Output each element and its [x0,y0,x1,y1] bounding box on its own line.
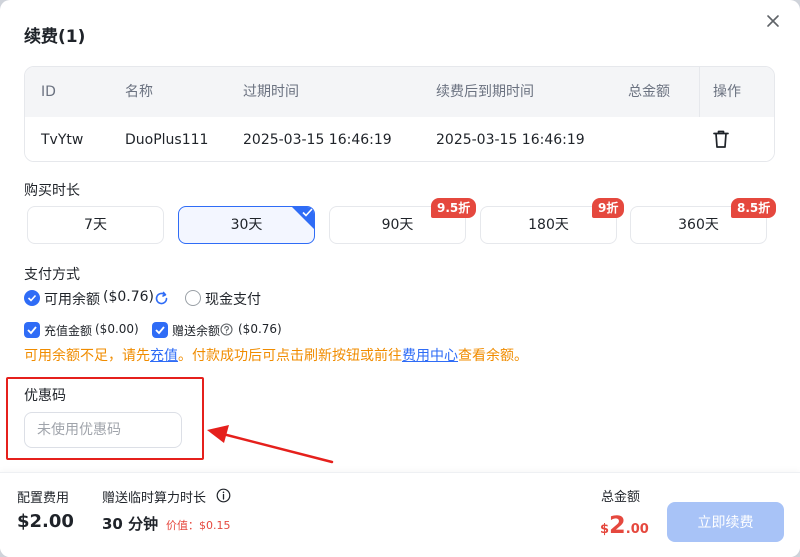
cell-id: TvYtw [41,132,84,148]
check-icon [27,326,37,335]
bonus-value: 30 分钟 [102,515,159,533]
annotation-arrow-icon [207,425,334,464]
header-expire: 过期时间 [243,84,299,100]
cash-radio[interactable] [185,290,201,306]
help-icon[interactable] [220,323,233,336]
duration-option-30[interactable]: 30天 [178,206,315,244]
duration-option-label: 30天 [230,217,263,233]
header-renew-expire: 续费后到期时间 [436,84,534,100]
gift-checkbox[interactable] [152,322,168,338]
balance-label: 可用余额 [44,292,100,308]
balance-value: ($0.76) [103,289,155,305]
balance-radio[interactable] [24,290,40,306]
duration-label: 购买时长 [24,183,80,199]
header-total: 总金额 [628,84,670,100]
duration-option-7[interactable]: 7天 [27,206,164,244]
total-decimal: .00 [625,522,649,537]
gift-value: ($0.76) [238,322,282,336]
cash-label: 现金支付 [205,292,261,308]
payment-label: 支付方式 [24,267,80,283]
recharge-label: 充值金额 [44,324,93,338]
total-label: 总金额 [601,490,641,505]
dialog-title: 续费(1) [24,27,86,47]
close-icon[interactable] [764,12,782,30]
duration-option-label: 180天 [528,217,569,233]
warning-prefix: 可用余额不足，请先 [24,348,150,364]
balance-warning: 可用余额不足，请先充值。付款成功后可点击刷新按钮或前往费用中心查看余额。 [24,345,528,365]
refresh-icon[interactable] [154,291,169,306]
total-integer: 2 [609,511,626,539]
duration-option-label: 90天 [381,217,414,233]
config-fee-value: $2.00 [17,511,74,532]
renew-now-button[interactable]: 立即续费 [667,502,784,542]
duration-option-label: 360天 [678,217,719,233]
cell-name: DuoPlus111 [125,132,209,148]
config-fee-label: 配置费用 [17,491,70,506]
check-icon [302,208,313,217]
cell-expire: 2025-03-15 16:46:19 [243,132,392,148]
recharge-checkbox[interactable] [24,322,40,338]
check-icon [155,326,165,335]
table-header: ID 名称 过期时间 续费后到期时间 总金额 操作 [25,67,774,117]
duration-option-label: 7天 [84,217,107,233]
renew-dialog: 续费(1) ID 名称 过期时间 续费后到期时间 总金额 操作 TvYtw Du… [0,0,800,557]
bonus-label: 赠送临时算力时长 [102,491,207,506]
header-action: 操作 [713,84,741,100]
discount-badge: 9.5折 [431,198,477,218]
gift-label: 赠送余额 [172,324,221,338]
check-icon [27,294,37,302]
table-row: TvYtw DuoPlus111 2025-03-15 16:46:19 202… [25,117,774,161]
trash-icon[interactable] [712,129,730,149]
total-currency: $ [600,522,610,537]
billing-center-link[interactable]: 费用中心 [402,348,458,364]
discount-badge: 8.5折 [731,198,777,218]
total-amount: $2.00 [600,511,649,539]
discount-badge: 9折 [592,198,625,218]
warning-middle: 。付款成功后可点击刷新按钮或前往 [178,348,402,364]
renew-table: ID 名称 过期时间 续费后到期时间 总金额 操作 TvYtw DuoPlus1… [24,66,775,162]
warning-suffix: 查看余额。 [458,348,528,364]
header-id: ID [41,84,56,100]
bonus-price: 价值：$0.15 [166,519,231,532]
recharge-link[interactable]: 充值 [150,348,178,364]
recharge-value: ($0.00) [95,322,139,336]
header-name: 名称 [125,84,153,100]
info-icon[interactable] [216,488,231,503]
highlight-box [6,377,204,460]
cell-renew-expire: 2025-03-15 16:46:19 [436,132,585,148]
